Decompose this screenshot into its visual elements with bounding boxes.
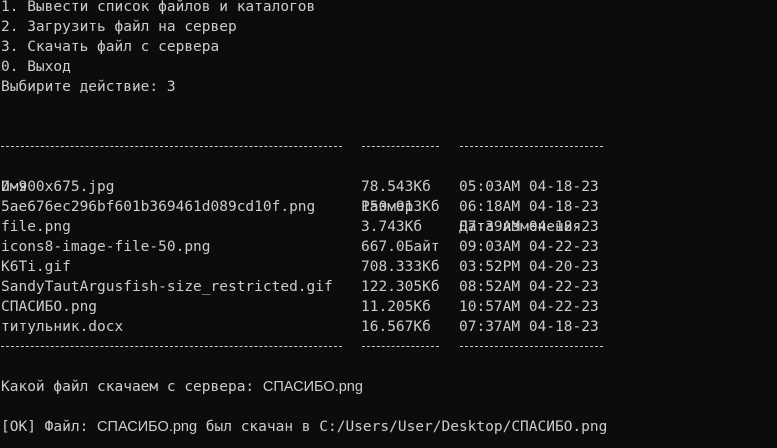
file-table: Имя Размер Дата изменения 0-900x675.jpg 7… (1, 137, 777, 357)
separator-line (362, 146, 439, 147)
result-message: был скачан в C:/Users/User/Desktop/СПАСИ… (205, 419, 608, 435)
table-body: 0-900x675.jpg 78.543Кб 05:03AM 04-18-23 5ae… (1, 177, 777, 337)
file-size-cell: 122.305Кб (361, 279, 440, 295)
file-size-cell: 708.333Кб (361, 259, 440, 275)
file-date-cell: 08:52AM 04-22-23 (459, 279, 599, 295)
menu-item-list-files: 1. Вывести список файлов и каталогов (1, 0, 316, 15)
file-size-cell: 150.913Кб (361, 199, 440, 215)
file-name-cell: 0-900x675.jpg (1, 179, 115, 195)
separator-line (1, 146, 342, 147)
table-row: 0-900x675.jpg 78.543Кб 05:03AM 04-18-23 (1, 177, 777, 197)
file-name-cell: СПАСИБО.png (1, 299, 98, 315)
table-row: SandyTautArgusfish-size_restricted.gif 12… (1, 277, 777, 297)
download-filename-input[interactable]: СПАСИБО.png (263, 379, 363, 395)
menu-item-upload: 2. Загрузить файл на сервер (1, 19, 237, 35)
table-separator-bottom (1, 337, 777, 357)
file-name-cell: K6Ti.gif (1, 259, 71, 275)
separator-line (460, 146, 603, 147)
main-menu: 1. Вывести список файлов и каталогов 2. … (1, 0, 777, 97)
file-date-cell: 09:03AM 04-22-23 (459, 239, 599, 255)
result-line: [OK] Файл: СПАСИБО.png был скачан в C:/U… (1, 417, 777, 437)
file-date-cell: 07:37AM 04-18-23 (459, 319, 599, 335)
file-date-cell: 10:57AM 04-22-23 (459, 299, 599, 315)
file-size-cell: 78.543Кб (361, 179, 431, 195)
file-size-cell: 16.567Кб (361, 319, 431, 335)
table-row: K6Ti.gif 708.333Кб 03:52PM 04-20-23 (1, 257, 777, 277)
table-header: Имя Размер Дата изменения (1, 157, 777, 235)
file-date-cell: 05:03AM 04-18-23 (459, 179, 599, 195)
table-row: титульник.docx 16.567Кб 07:37AM 04-18-23 (1, 317, 777, 337)
table-separator-top (1, 137, 777, 157)
file-name-cell: 5ae676ec296bf601b369461d089cd10f.png (1, 199, 316, 215)
file-name-cell: титульник.docx (1, 319, 124, 335)
action-prompt-label: Выбирите действие: (1, 79, 167, 95)
separator-line (460, 346, 603, 347)
download-prompt-line[interactable]: Какой файл скачаем с сервера: СПАСИБО.pn… (1, 377, 777, 397)
file-name-cell: SandyTautArgusfish-size_restricted.gif (1, 279, 333, 295)
file-name-cell: icons8-image-file-50.png (1, 239, 211, 255)
file-date-cell: 06:18AM 04-18-23 (459, 199, 599, 215)
action-prompt-line[interactable]: Выбирите действие: 3 (1, 77, 777, 97)
file-size-cell: 667.0Байт (361, 239, 440, 255)
table-row: 5ae676ec296bf601b369461d089cd10f.png 150.… (1, 197, 777, 217)
separator-line (1, 346, 342, 347)
table-row: icons8-image-file-50.png 667.0Байт 09:03AM… (1, 237, 777, 257)
action-input[interactable]: 3 (167, 79, 176, 95)
console-window: 1. Вывести список файлов и каталогов 2. … (1, 0, 777, 437)
menu-item-exit: 0. Выход (1, 59, 71, 75)
result-filename: СПАСИБО.png (97, 419, 198, 435)
menu-item-download: 3. Скачать файл с сервера (1, 39, 220, 55)
file-name-cell: file.png (1, 219, 71, 235)
file-date-cell: 03:52PM 04-20-23 (459, 259, 599, 275)
table-row: СПАСИБО.png 11.205Кб 10:57AM 04-22-23 (1, 297, 777, 317)
separator-line (362, 346, 439, 347)
file-date-cell: 07:39AM 04-18-23 (459, 219, 599, 235)
file-size-cell: 3.743Кб (361, 219, 423, 235)
table-row: file.png 3.743Кб 07:39AM 04-18-23 (1, 217, 777, 237)
file-size-cell: 11.205Кб (361, 299, 431, 315)
